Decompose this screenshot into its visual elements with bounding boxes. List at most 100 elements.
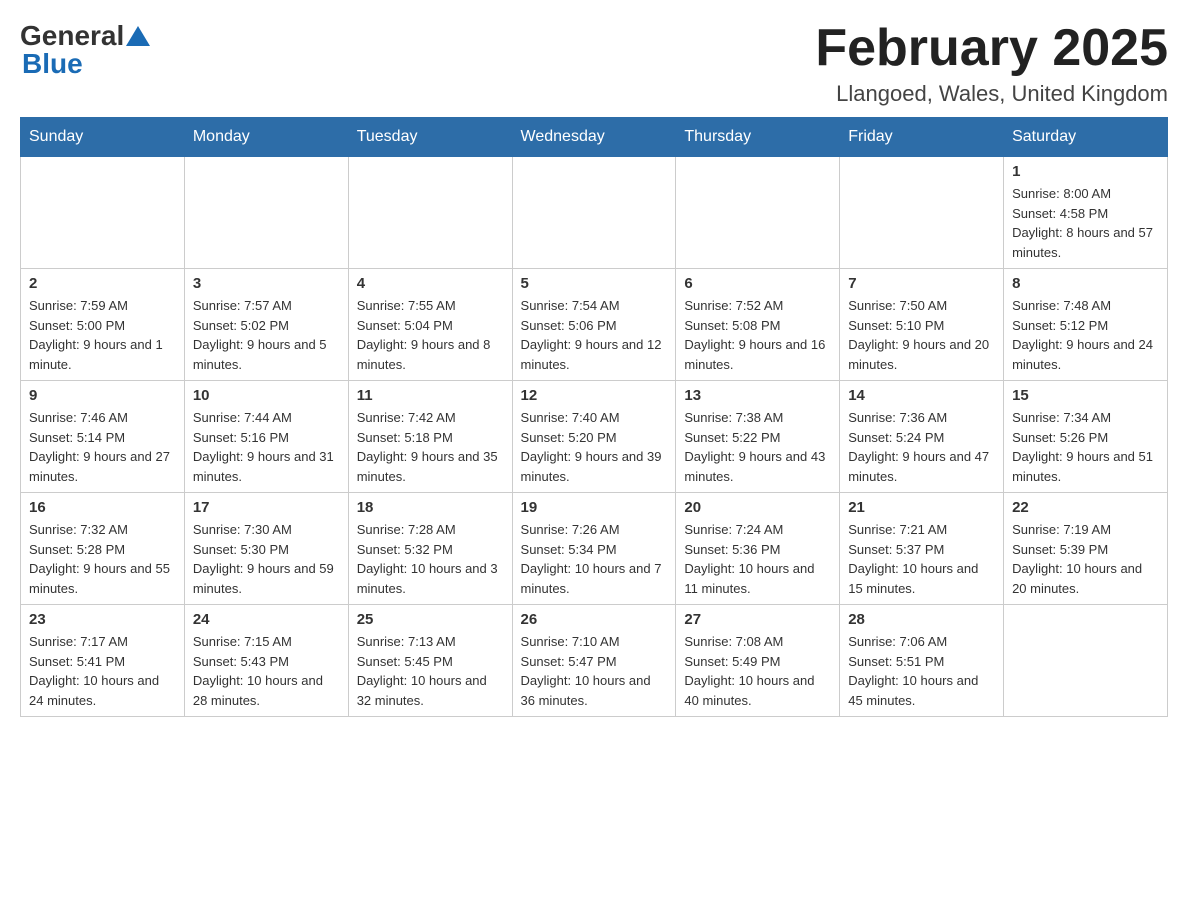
weekday-header-sunday: Sunday xyxy=(21,118,185,157)
calendar-cell: 13Sunrise: 7:38 AM Sunset: 5:22 PM Dayli… xyxy=(676,381,840,493)
day-info: Sunrise: 8:00 AM Sunset: 4:58 PM Dayligh… xyxy=(1012,184,1159,262)
day-number: 12 xyxy=(521,387,668,404)
weekday-header-wednesday: Wednesday xyxy=(512,118,676,157)
day-info: Sunrise: 7:59 AM Sunset: 5:00 PM Dayligh… xyxy=(29,296,176,374)
calendar-week-row: 2Sunrise: 7:59 AM Sunset: 5:00 PM Daylig… xyxy=(21,269,1168,381)
calendar-cell: 12 Sunrise: 7:40 AM Sunset: 5:20 PM Dayli… xyxy=(512,381,676,493)
day-number: 13 xyxy=(684,387,831,404)
day-info: Sunrise: 7:24 AM Sunset: 5:36 PM Dayligh… xyxy=(684,520,831,598)
calendar-cell: 26Sunrise: 7:10 AM Sunset: 5:47 PM Dayli… xyxy=(512,605,676,717)
calendar-cell: 20 Sunrise: 7:24 AM Sunset: 5:36 PM Dayli… xyxy=(676,493,840,605)
calendar-cell xyxy=(348,157,512,269)
weekday-header-tuesday: Tuesday xyxy=(348,118,512,157)
day-number: 28 xyxy=(848,611,995,628)
day-info: Sunrise: 7:30 AM Sunset: 5:30 PM Dayligh… xyxy=(193,520,340,598)
calendar-cell: 22Sunrise: 7:19 AM Sunset: 5:39 PM Dayli… xyxy=(1004,493,1168,605)
logo: General Blue xyxy=(20,20,152,80)
calendar-cell: 4 Sunrise: 7:55 AM Sunset: 5:04 PM Daylig… xyxy=(348,269,512,381)
day-info: Sunrise: 7:17 AM Sunset: 5:41 PM Dayligh… xyxy=(29,632,176,710)
location: Llangoed, Wales, United Kingdom xyxy=(815,81,1168,107)
calendar-cell: 18 Sunrise: 7:28 AM Sunset: 5:32 PM Dayli… xyxy=(348,493,512,605)
calendar-cell: 2Sunrise: 7:59 AM Sunset: 5:00 PM Daylig… xyxy=(21,269,185,381)
calendar-cell xyxy=(184,157,348,269)
calendar-cell: 28 Sunrise: 7:06 AM Sunset: 5:51 PM Dayli… xyxy=(840,605,1004,717)
day-info: Sunrise: 7:57 AM Sunset: 5:02 PM Dayligh… xyxy=(193,296,340,374)
calendar-cell: 6Sunrise: 7:52 AM Sunset: 5:08 PM Daylig… xyxy=(676,269,840,381)
calendar-cell: 23Sunrise: 7:17 AM Sunset: 5:41 PM Dayli… xyxy=(21,605,185,717)
day-number: 5 xyxy=(521,275,668,292)
day-number: 4 xyxy=(357,275,504,292)
calendar-cell xyxy=(1004,605,1168,717)
weekday-header-friday: Friday xyxy=(840,118,1004,157)
calendar-cell: 14 Sunrise: 7:36 AM Sunset: 5:24 PM Dayli… xyxy=(840,381,1004,493)
day-number: 27 xyxy=(684,611,831,628)
day-info: Sunrise: 7:32 AM Sunset: 5:28 PM Dayligh… xyxy=(29,520,176,598)
calendar-cell: 19 Sunrise: 7:26 AM Sunset: 5:34 PM Dayli… xyxy=(512,493,676,605)
calendar-cell xyxy=(512,157,676,269)
logo-triangle-icon xyxy=(126,26,150,46)
calendar-cell: 5 Sunrise: 7:54 AM Sunset: 5:06 PM Daylig… xyxy=(512,269,676,381)
day-info: Sunrise: 7:06 AM Sunset: 5:51 PM Dayligh… xyxy=(848,632,995,710)
day-number: 19 xyxy=(521,499,668,516)
day-number: 21 xyxy=(848,499,995,516)
day-info: Sunrise: 7:40 AM Sunset: 5:20 PM Dayligh… xyxy=(521,408,668,486)
calendar-table: SundayMondayTuesdayWednesdayThursdayFrid… xyxy=(20,117,1168,717)
day-info: Sunrise: 7:28 AM Sunset: 5:32 PM Dayligh… xyxy=(357,520,504,598)
calendar-cell: 21 Sunrise: 7:21 AM Sunset: 5:37 PM Dayli… xyxy=(840,493,1004,605)
day-number: 24 xyxy=(193,611,340,628)
day-number: 17 xyxy=(193,499,340,516)
calendar-cell xyxy=(676,157,840,269)
calendar-week-row: 1 Sunrise: 8:00 AM Sunset: 4:58 PM Daylig… xyxy=(21,157,1168,269)
month-title: February 2025 xyxy=(815,20,1168,77)
day-number: 9 xyxy=(29,387,176,404)
day-number: 1 xyxy=(1012,163,1159,180)
calendar-cell xyxy=(21,157,185,269)
calendar-cell: 25Sunrise: 7:13 AM Sunset: 5:45 PM Dayli… xyxy=(348,605,512,717)
calendar-cell: 16 Sunrise: 7:32 AM Sunset: 5:28 PM Dayli… xyxy=(21,493,185,605)
day-number: 22 xyxy=(1012,499,1159,516)
day-info: Sunrise: 7:55 AM Sunset: 5:04 PM Dayligh… xyxy=(357,296,504,374)
calendar-cell: 15Sunrise: 7:34 AM Sunset: 5:26 PM Dayli… xyxy=(1004,381,1168,493)
weekday-header-thursday: Thursday xyxy=(676,118,840,157)
day-info: Sunrise: 7:26 AM Sunset: 5:34 PM Dayligh… xyxy=(521,520,668,598)
day-number: 16 xyxy=(29,499,176,516)
calendar-cell: 10 Sunrise: 7:44 AM Sunset: 5:16 PM Dayli… xyxy=(184,381,348,493)
weekday-header-monday: Monday xyxy=(184,118,348,157)
calendar-week-row: 9 Sunrise: 7:46 AM Sunset: 5:14 PM Daylig… xyxy=(21,381,1168,493)
day-info: Sunrise: 7:08 AM Sunset: 5:49 PM Dayligh… xyxy=(684,632,831,710)
day-info: Sunrise: 7:10 AM Sunset: 5:47 PM Dayligh… xyxy=(521,632,668,710)
calendar-cell: 9 Sunrise: 7:46 AM Sunset: 5:14 PM Daylig… xyxy=(21,381,185,493)
weekday-header-saturday: Saturday xyxy=(1004,118,1168,157)
logo-blue-text: Blue xyxy=(22,48,83,80)
calendar-week-row: 23Sunrise: 7:17 AM Sunset: 5:41 PM Dayli… xyxy=(21,605,1168,717)
day-info: Sunrise: 7:36 AM Sunset: 5:24 PM Dayligh… xyxy=(848,408,995,486)
day-info: Sunrise: 7:52 AM Sunset: 5:08 PM Dayligh… xyxy=(684,296,831,374)
day-number: 8 xyxy=(1012,275,1159,292)
calendar-cell: 7Sunrise: 7:50 AM Sunset: 5:10 PM Daylig… xyxy=(840,269,1004,381)
day-number: 20 xyxy=(684,499,831,516)
title-section: February 2025 Llangoed, Wales, United Ki… xyxy=(815,20,1168,107)
calendar-cell: 8Sunrise: 7:48 AM Sunset: 5:12 PM Daylig… xyxy=(1004,269,1168,381)
day-number: 11 xyxy=(357,387,504,404)
calendar-cell: 11 Sunrise: 7:42 AM Sunset: 5:18 PM Dayli… xyxy=(348,381,512,493)
day-info: Sunrise: 7:42 AM Sunset: 5:18 PM Dayligh… xyxy=(357,408,504,486)
day-number: 10 xyxy=(193,387,340,404)
day-number: 3 xyxy=(193,275,340,292)
calendar-cell xyxy=(840,157,1004,269)
day-info: Sunrise: 7:44 AM Sunset: 5:16 PM Dayligh… xyxy=(193,408,340,486)
day-info: Sunrise: 7:54 AM Sunset: 5:06 PM Dayligh… xyxy=(521,296,668,374)
day-number: 14 xyxy=(848,387,995,404)
day-info: Sunrise: 7:46 AM Sunset: 5:14 PM Dayligh… xyxy=(29,408,176,486)
day-info: Sunrise: 7:15 AM Sunset: 5:43 PM Dayligh… xyxy=(193,632,340,710)
calendar-header-row: SundayMondayTuesdayWednesdayThursdayFrid… xyxy=(21,118,1168,157)
calendar-cell: 27 Sunrise: 7:08 AM Sunset: 5:49 PM Dayli… xyxy=(676,605,840,717)
day-number: 15 xyxy=(1012,387,1159,404)
calendar-cell: 3 Sunrise: 7:57 AM Sunset: 5:02 PM Daylig… xyxy=(184,269,348,381)
day-info: Sunrise: 7:21 AM Sunset: 5:37 PM Dayligh… xyxy=(848,520,995,598)
calendar-cell: 1 Sunrise: 8:00 AM Sunset: 4:58 PM Daylig… xyxy=(1004,157,1168,269)
day-number: 25 xyxy=(357,611,504,628)
day-number: 18 xyxy=(357,499,504,516)
page-header: General Blue February 2025 Llangoed, Wal… xyxy=(20,20,1168,107)
calendar-week-row: 16 Sunrise: 7:32 AM Sunset: 5:28 PM Dayli… xyxy=(21,493,1168,605)
calendar-cell: 24 Sunrise: 7:15 AM Sunset: 5:43 PM Dayli… xyxy=(184,605,348,717)
